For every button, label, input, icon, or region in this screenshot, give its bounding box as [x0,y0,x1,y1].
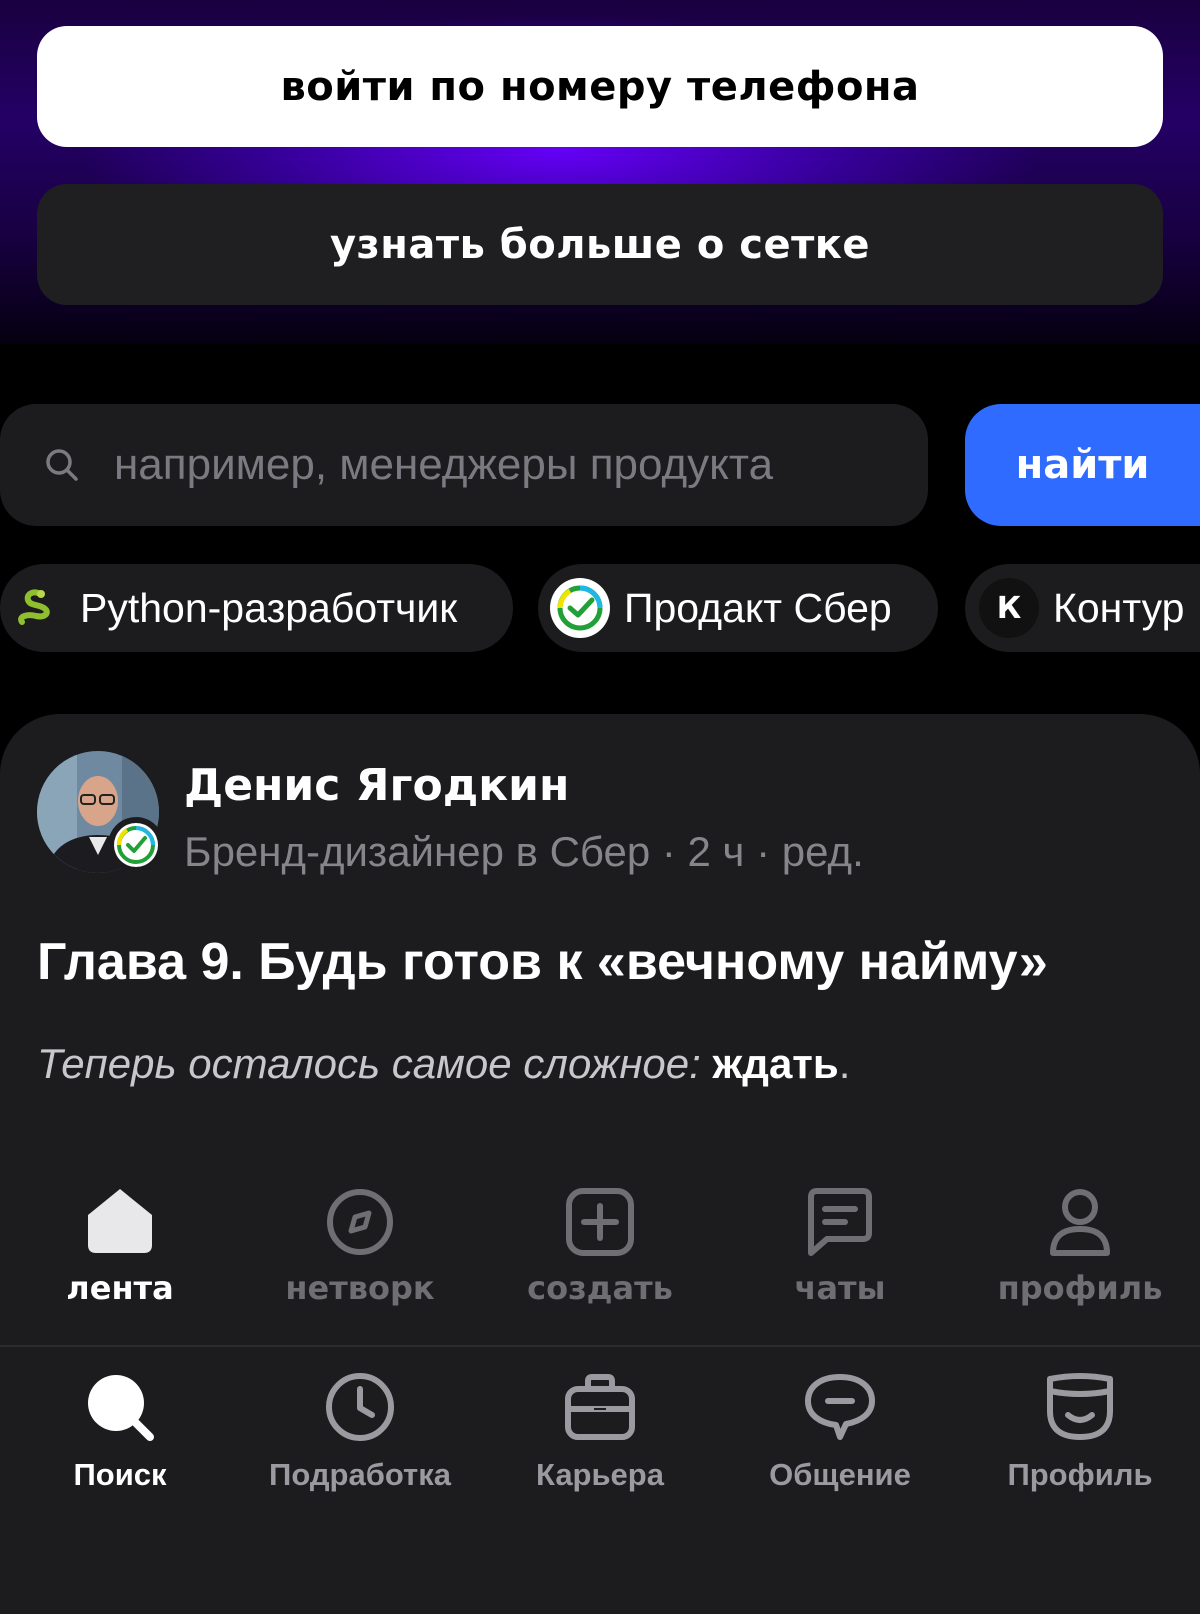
find-button[interactable]: найти [965,404,1200,526]
tab-label: Поиск [73,1457,167,1492]
kontur-logo-icon: К [979,578,1039,638]
tab-label: Профиль [1007,1457,1153,1492]
tab-label: Подработка [269,1457,451,1492]
tab-communication[interactable]: Общение [720,1371,960,1493]
post-title: Глава 9. Будь готов к «вечному найму» [37,933,1048,991]
tab-label: Общение [769,1457,911,1492]
tab-network[interactable]: нетворк [240,1187,480,1307]
speech-bubble-icon [805,1374,875,1440]
plus-square-icon [566,1188,634,1256]
home-icon [88,1189,152,1253]
post-text-bold: ждать [712,1040,839,1087]
sber-logo-icon [550,578,610,638]
tab-label: нетворк [285,1269,435,1307]
hero-banner: войти по номеру телефона узнать больше о… [0,0,1200,344]
login-by-phone-button[interactable]: войти по номеру телефона [37,26,1163,147]
author-name[interactable]: Денис Ягодкин [184,760,569,811]
tab-profile-host[interactable]: Профиль [960,1371,1200,1493]
face-icon [1047,1373,1113,1440]
app-bottom-nav: лента нетворк создать чаты профиль [0,1175,1200,1345]
chip-label: Контур [1053,584,1185,631]
search-input[interactable]: например, менеджеры продукта [0,404,928,526]
learn-more-button[interactable]: узнать больше о сетке [37,184,1163,305]
author-meta: Бренд-дизайнер в Сбер · 2 ч · ред. [184,828,864,875]
tab-label: Карьера [536,1457,664,1492]
tab-label: чаты [794,1269,886,1307]
person-icon [1050,1189,1110,1256]
tab-label: лента [66,1269,174,1307]
tab-feed[interactable]: лента [0,1185,240,1307]
post-text-italic: Теперь осталось самое сложное: [37,1040,713,1087]
search-placeholder: например, менеджеры продукта [114,440,774,489]
search-icon [46,449,78,481]
clock-icon [326,1373,394,1441]
chip-kontur[interactable]: К Контур [965,564,1200,652]
post-text-end: . [838,1040,851,1087]
host-app-bottom-nav: Поиск Подработка Карьера Общение Профиль [0,1347,1200,1596]
chip-label: Продакт Сбер [624,584,892,631]
compass-icon [327,1189,393,1255]
tab-side-jobs[interactable]: Подработка [240,1371,480,1493]
tab-profile[interactable]: профиль [960,1187,1200,1307]
chat-icon [808,1188,872,1256]
briefcase-icon [565,1374,635,1440]
chip-python-developer[interactable]: Python-разработчик [0,564,513,652]
post-text: Теперь осталось самое сложное: ждать. [37,1040,850,1088]
tab-create[interactable]: создать [480,1187,720,1307]
tab-career[interactable]: Карьера [480,1371,720,1493]
search-icon [88,1375,154,1441]
tab-search[interactable]: Поиск [0,1371,240,1493]
tab-label: профиль [997,1269,1163,1307]
chip-product-sber[interactable]: Продакт Сбер [538,564,938,652]
tab-label: создать [527,1269,673,1307]
tab-chats[interactable]: чаты [720,1187,960,1307]
sber-badge-icon [108,817,164,873]
snake-icon [6,578,66,638]
chip-label: Python-разработчик [80,584,458,631]
